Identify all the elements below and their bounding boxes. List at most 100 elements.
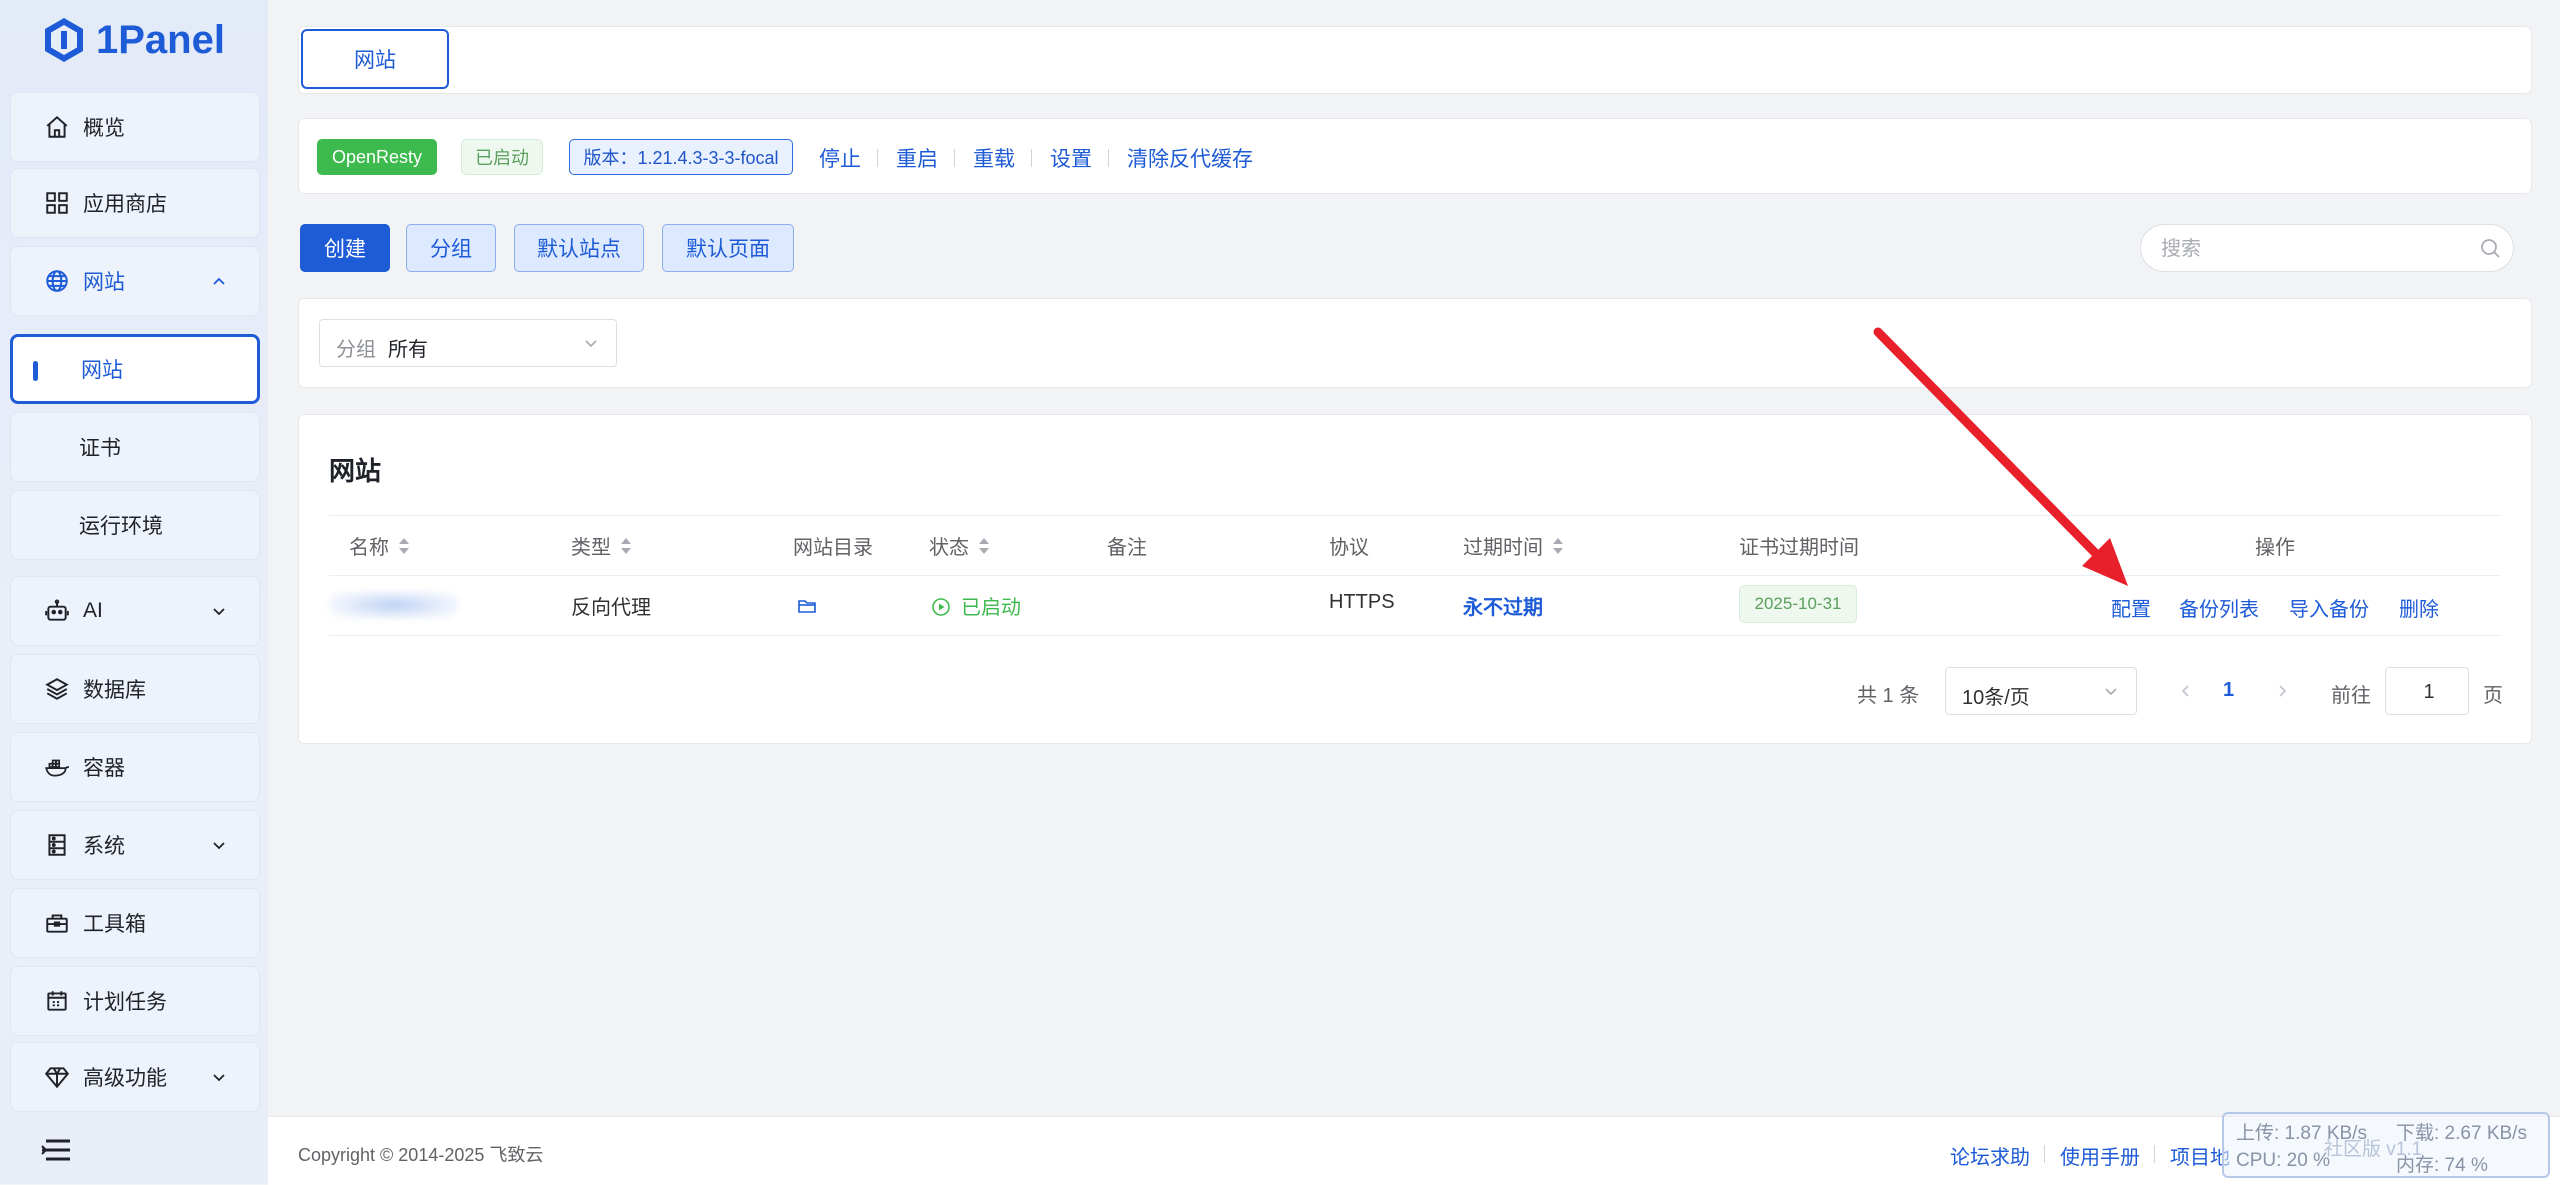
cert-expire-badge: 2025-10-31	[1739, 585, 1857, 623]
column-header-type[interactable]: 类型	[571, 531, 633, 560]
folder-icon[interactable]	[797, 597, 817, 615]
logo-icon	[45, 18, 83, 62]
clear-proxy-cache-link[interactable]: 清除反代缓存	[1127, 143, 1253, 173]
stop-link[interactable]: 停止	[819, 143, 861, 173]
search-icon[interactable]	[2479, 237, 2501, 259]
sidebar-item-app-store[interactable]: 应用商店	[10, 168, 260, 238]
sidebar-item-website[interactable]: 网站	[10, 334, 260, 404]
default-site-button[interactable]: 默认站点	[514, 224, 644, 272]
server-name-badge: OpenResty	[317, 139, 437, 175]
play-circle-icon	[932, 598, 950, 616]
sidebar-item-label: 概览	[83, 117, 125, 140]
sidebar-item-overview[interactable]: 概览	[10, 92, 260, 162]
active-indicator	[33, 361, 38, 381]
filter-bar: 分组 所有	[298, 298, 2532, 388]
sidebar-item-ai[interactable]: AI	[10, 576, 260, 646]
group-button[interactable]: 分组	[406, 224, 496, 272]
manual-link[interactable]: 使用手册	[2060, 1141, 2140, 1170]
goto-page-input[interactable]	[2386, 668, 2472, 716]
chevron-down-icon	[213, 842, 225, 850]
chevron-down-icon	[213, 1074, 225, 1082]
column-header-expire[interactable]: 过期时间	[1463, 531, 1565, 560]
project-link[interactable]: 项目地	[2170, 1141, 2230, 1170]
pager-total: 共 1 条	[1857, 685, 1920, 707]
divider	[329, 575, 2501, 576]
chevron-down-icon	[213, 608, 225, 616]
column-header-cert-expire: 证书过期时间	[1739, 531, 1859, 560]
column-header-label: 状态	[929, 537, 969, 559]
config-link[interactable]: 配置	[2111, 593, 2151, 622]
current-page-number[interactable]: 1	[2223, 679, 2234, 702]
toolbox-icon	[43, 909, 71, 937]
site-expire-link[interactable]: 永不过期	[1463, 591, 1543, 620]
sidebar-item-label: 网站	[83, 271, 125, 294]
sort-icon[interactable]	[397, 536, 411, 556]
restart-link[interactable]: 重启	[896, 143, 938, 173]
backup-list-link[interactable]: 备份列表	[2179, 593, 2259, 622]
sidebar-item-label: AI	[83, 599, 103, 622]
default-page-button[interactable]: 默认页面	[662, 224, 794, 272]
reload-link[interactable]: 重载	[973, 143, 1015, 173]
sidebar-item-website-group[interactable]: 网站	[10, 246, 260, 316]
column-header-label: 类型	[571, 537, 611, 559]
divider	[954, 149, 955, 167]
site-name-blurred[interactable]	[329, 591, 459, 619]
forum-link[interactable]: 论坛求助	[1950, 1141, 2030, 1170]
settings-link[interactable]: 设置	[1050, 143, 1092, 173]
column-header-dir: 网站目录	[793, 531, 873, 560]
docker-icon	[43, 753, 71, 781]
column-header-name[interactable]: 名称	[349, 531, 411, 560]
sidebar-item-label: 计划任务	[83, 991, 167, 1014]
import-backup-link[interactable]: 导入备份	[2289, 593, 2369, 622]
website-table-card: 网站 名称 类型 网站目录 状态 备注 协议 过期时间 证书过期时间 操作 反向…	[298, 414, 2532, 744]
column-header-label: 协议	[1329, 537, 1369, 559]
group-filter-prefix: 分组	[336, 339, 376, 361]
site-type: 反向代理	[571, 597, 651, 619]
create-button[interactable]: 创建	[300, 224, 390, 272]
collapse-menu-icon[interactable]	[40, 1138, 72, 1162]
system-monitor-widget[interactable]: 上传: 1.87 KB/s 下载: 2.67 KB/s CPU: 20 % 社区…	[2222, 1112, 2550, 1178]
site-status[interactable]: 已启动	[961, 591, 1021, 620]
divider	[877, 149, 878, 167]
column-header-status[interactable]: 状态	[929, 531, 991, 560]
sidebar-item-certificate[interactable]: 证书	[10, 412, 260, 482]
chevron-down-icon	[585, 340, 597, 348]
server-status-badge: 已启动	[461, 139, 543, 175]
divider	[2154, 1145, 2155, 1163]
column-header-label: 过期时间	[1463, 537, 1543, 559]
search-box	[2140, 224, 2514, 272]
sidebar-item-label: 运行环境	[79, 515, 163, 538]
search-input[interactable]	[2159, 235, 2463, 263]
server-version-badge: 版本：1.21.4.3-3-3-focal	[569, 139, 793, 175]
sort-icon[interactable]	[1551, 536, 1565, 556]
sort-icon[interactable]	[977, 536, 991, 556]
sidebar-item-system[interactable]: 系统	[10, 810, 260, 880]
sidebar-item-cron[interactable]: 计划任务	[10, 966, 260, 1036]
sidebar-item-database[interactable]: 数据库	[10, 654, 260, 724]
site-protocol: HTTPS	[1329, 591, 1395, 613]
footer: Copyright © 2014-2025 飞致云 论坛求助 使用手册 项目地	[268, 1116, 2560, 1185]
column-header-protocol: 协议	[1329, 531, 1369, 560]
sort-icon[interactable]	[619, 536, 633, 556]
divider	[1108, 149, 1109, 167]
delete-link[interactable]: 删除	[2399, 593, 2439, 622]
tab-website[interactable]: 网站	[301, 29, 449, 89]
memory-usage: 内存: 74 %	[2396, 1155, 2488, 1176]
table-title: 网站	[329, 456, 382, 486]
sidebar-item-toolbox[interactable]: 工具箱	[10, 888, 260, 958]
sidebar-item-label: 数据库	[83, 679, 146, 702]
divider	[1031, 149, 1032, 167]
server-status-bar: OpenResty 已启动 版本：1.21.4.3-3-3-focal 停止 重…	[298, 118, 2532, 194]
group-filter-value: 所有	[388, 339, 428, 361]
next-page-icon[interactable]	[2275, 683, 2289, 699]
divider	[329, 515, 2501, 516]
sidebar-item-runtime[interactable]: 运行环境	[10, 490, 260, 560]
sidebar-item-container[interactable]: 容器	[10, 732, 260, 802]
page-size-select[interactable]: 10条/页	[1945, 667, 2137, 715]
brand-name: 1Panel	[96, 17, 225, 62]
prev-page-icon[interactable]	[2179, 683, 2193, 699]
group-filter-select[interactable]: 分组 所有	[319, 319, 617, 367]
sidebar-item-advanced[interactable]: 高级功能	[10, 1042, 260, 1112]
logo[interactable]: 1Panel	[42, 14, 225, 66]
chevron-up-icon	[213, 277, 225, 285]
